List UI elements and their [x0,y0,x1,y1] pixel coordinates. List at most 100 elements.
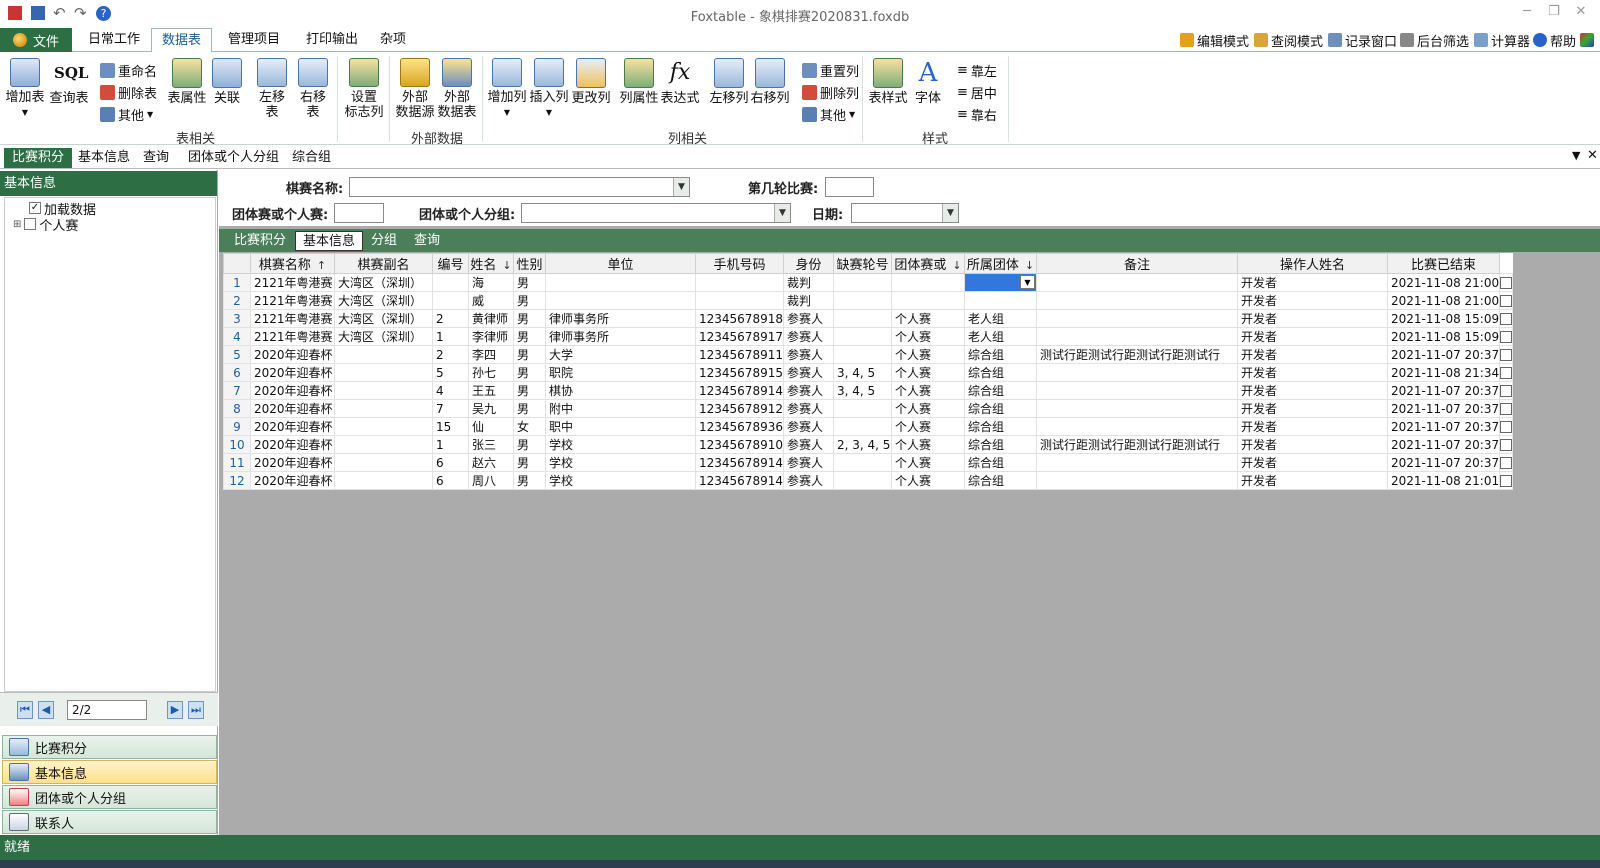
maximize-button[interactable]: ❐ [1541,4,1567,22]
tree-node-individual[interactable]: ⊞ 个人赛 [13,216,215,234]
table-cell[interactable]: 6 [432,471,469,490]
table-cell[interactable]: 个人赛 [890,471,965,490]
expression-button[interactable]: fx 表达式 [660,58,700,120]
finished-checkbox-cell[interactable] [1499,417,1514,436]
table-cell[interactable]: 职中 [545,417,696,436]
column-header[interactable]: 所属团体 ↓ [963,253,1037,274]
finished-checkbox-cell[interactable] [1499,309,1514,328]
table-cell[interactable]: 4 [432,381,469,400]
table-cell[interactable]: 职院 [545,363,696,382]
doc-tab-score[interactable]: 比赛积分 [4,148,73,168]
table-cell[interactable]: 2021-11-08 21:34 [1386,363,1501,382]
table-cell[interactable]: 7 [432,399,469,418]
table-cell[interactable]: 12345678914 [695,381,784,400]
table-cell[interactable]: 12345678911 [695,345,784,364]
column-header[interactable]: 操作人姓名 [1236,253,1388,274]
finished-checkbox[interactable] [1500,277,1512,289]
finished-checkbox-cell[interactable] [1499,363,1514,382]
grid-corner[interactable] [223,253,251,274]
table-cell[interactable]: 参赛人 [782,435,834,454]
table-cell[interactable]: 2021-11-07 20:37 [1386,435,1501,454]
table-cell[interactable]: 综合组 [963,399,1037,418]
table-cell[interactable]: 2020年迎春杯 [250,345,335,364]
outlook-bar-basic-info[interactable]: 基本信息 [2,760,217,784]
finished-checkbox[interactable] [1500,313,1512,325]
column-header[interactable]: 团体赛或 ↓ [890,253,965,274]
table-cell[interactable]: 2121年粤港赛 [250,327,335,346]
sub-tab-query[interactable]: 查询 [407,231,447,251]
finished-checkbox-cell[interactable] [1499,453,1514,472]
table-cell[interactable]: 男 [513,327,546,346]
table-cell[interactable]: 参赛人 [782,363,834,382]
row-number[interactable]: 2 [223,291,251,310]
font-button[interactable]: A 字体 [910,58,946,120]
table-row[interactable]: 10 2020年迎春杯 1 张三男学校 12345678910 参赛人 2, 3, 4, 5… [223,435,1514,454]
table-cell[interactable]: 开发者 [1236,345,1388,364]
table-cell[interactable]: 2021-11-08 21:00 [1386,291,1501,310]
row-number[interactable]: 12 [223,471,251,490]
row-number[interactable]: 11 [223,453,251,472]
table-cell[interactable]: 2021-11-07 20:37 [1386,381,1501,400]
outlook-bar-group[interactable]: 团体或个人分组 [2,785,217,809]
table-cell[interactable]: 2 [432,345,469,364]
table-cell[interactable]: 开发者 [1236,471,1388,490]
finished-checkbox[interactable] [1500,421,1512,433]
table-cell[interactable]: 男 [513,471,546,490]
table-cell[interactable] [545,291,696,310]
tree-checkbox[interactable] [24,218,37,230]
add-column-button[interactable]: 增加列 ▼ [487,58,527,120]
table-cell[interactable]: 周八 [468,471,514,490]
table-cell[interactable]: 附中 [545,399,696,418]
sub-tab-basic-info[interactable]: 基本信息 [295,231,364,251]
doc-close-icon[interactable]: ✕ [1587,148,1598,163]
align-right-button[interactable]: ≡ 靠右 [957,104,997,124]
column-header[interactable]: 单位 [545,253,696,274]
table-cell[interactable]: 2021-11-07 20:37 [1386,417,1501,436]
table-cell[interactable] [1035,399,1238,418]
table-cell[interactable]: 开发者 [1236,453,1388,472]
table-cell[interactable]: 个人赛 [890,399,965,418]
outlook-bar-contacts[interactable]: 联系人 [2,810,217,834]
page-input[interactable]: 2/2 [67,700,147,720]
table-cell[interactable]: 参赛人 [782,453,834,472]
table-row[interactable]: 9 2020年迎春杯 15 仙女职中 12345678936 参赛人 个人赛 综合组 开发者 20… [223,417,1514,436]
table-cell[interactable]: 男 [513,345,546,364]
first-page-icon[interactable]: ⏮ [17,701,33,719]
table-cell[interactable]: 参赛人 [782,417,834,436]
column-props-button[interactable]: 列属性 [619,58,659,120]
table-cell[interactable]: 12345678918 [695,309,784,328]
finished-checkbox-cell[interactable] [1499,345,1514,364]
finished-checkbox-cell[interactable] [1499,327,1514,346]
change-column-button[interactable]: 更改列 [571,58,611,120]
cell-dropdown-icon[interactable]: ▼ [1019,275,1035,289]
table-cell[interactable]: 参赛人 [782,327,834,346]
tree-checkbox-checked[interactable]: ✓ [29,202,41,214]
table-cell[interactable]: 大湾区（深圳） [334,309,433,328]
table-cell[interactable]: 综合组 [963,435,1037,454]
table-cell[interactable]: 棋协 [545,381,696,400]
table-cell[interactable]: 学校 [545,471,696,490]
table-cell[interactable]: 女 [513,417,546,436]
table-cell[interactable]: 12345678914 [695,453,784,472]
finished-checkbox-cell[interactable] [1499,273,1514,292]
table-cell[interactable]: 老人组 [963,309,1037,328]
table-cell[interactable]: 2021-11-08 21:01 [1386,471,1501,490]
add-table-button[interactable]: 增加表 ▼ [4,58,46,120]
table-cell[interactable]: 参赛人 [782,471,834,490]
table-cell[interactable]: 男 [513,363,546,382]
row-number[interactable]: 9 [223,417,251,436]
table-cell[interactable]: 2020年迎春杯 [250,435,335,454]
table-cell[interactable]: 测试行距测试行距测试行距测试行 [1035,435,1238,454]
table-cell[interactable]: 学校 [545,453,696,472]
align-left-button[interactable]: ≡ 靠左 [957,60,997,80]
outlook-bar-score[interactable]: 比赛积分 [2,735,217,759]
table-cell[interactable]: 男 [513,309,546,328]
table-cell[interactable]: 开发者 [1236,291,1388,310]
table-cell[interactable] [832,453,892,472]
table-cell[interactable]: 12345678915 [695,363,784,382]
delete-table-button[interactable]: 删除表 [100,82,157,102]
table-cell[interactable]: 参赛人 [782,399,834,418]
relation-button[interactable]: 关联 [209,58,245,120]
table-cell[interactable]: 李四 [468,345,514,364]
table-cell[interactable]: 大湾区（深圳） [334,327,433,346]
